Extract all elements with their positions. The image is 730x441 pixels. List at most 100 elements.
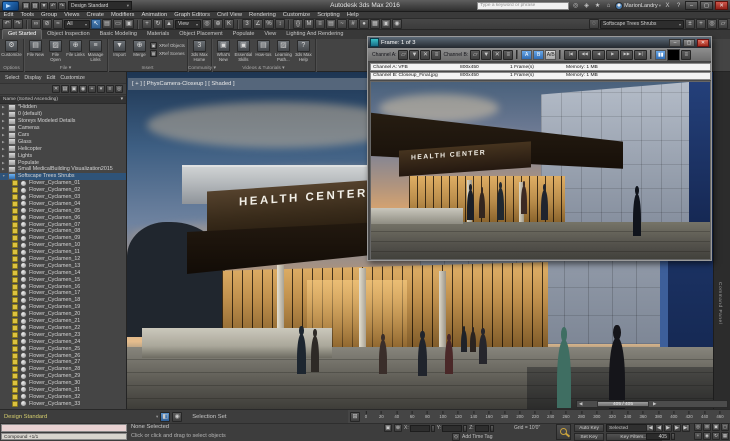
expand-arrow-icon[interactable]: ▶ (2, 147, 6, 151)
use-pivot-icon[interactable]: ◎ (202, 19, 212, 29)
orbit-icon[interactable]: ◉ (703, 432, 711, 440)
channel-b-clone-channel-icon[interactable]: ≡ (503, 49, 514, 60)
visibility-bulb-icon[interactable] (12, 318, 18, 325)
menu-customize[interactable]: Customize (279, 12, 313, 19)
channel-b-open-channel-icon[interactable]: ▱ (470, 49, 481, 60)
visibility-bulb-icon[interactable] (12, 359, 18, 366)
ribbon-item-learning-path-[interactable]: ▨ Learning Path... (274, 40, 293, 63)
undo-icon[interactable]: ↶ (49, 2, 57, 10)
visibility-bulb-icon[interactable] (12, 290, 18, 297)
select-move-icon[interactable]: + (142, 19, 152, 29)
menu-animation[interactable]: Animation (138, 12, 171, 19)
add-time-tag[interactable]: ◇ Add Time Tag (452, 433, 492, 441)
layer-row[interactable]: ▶ Populate (0, 159, 126, 167)
layer-row[interactable]: ▶ Helicopter (0, 145, 126, 153)
ram-playback-icon-5[interactable]: ▶| (634, 49, 648, 60)
visibility-bulb-icon[interactable] (12, 304, 18, 311)
maxscript-listener-pane[interactable]: Compound +1/1 (1, 433, 127, 440)
go-to-end-icon[interactable]: ▶| (682, 424, 690, 432)
visibility-bulb-icon[interactable] (12, 262, 18, 269)
add-icon[interactable]: + (88, 85, 96, 93)
visibility-bulb-icon[interactable] (12, 207, 18, 214)
ribbon-item--ds-max-home[interactable]: 3 3ds Max Home (190, 40, 209, 63)
ribbon-item-import[interactable]: ▼ Import (110, 40, 129, 58)
ram-playback-icon-2[interactable]: ◀ (592, 49, 606, 60)
rendered-frame-icon[interactable]: ▣ (381, 19, 391, 29)
maximize-viewport-icon[interactable]: ▦ (721, 432, 729, 440)
undo-icon[interactable]: ↶ (2, 19, 12, 29)
auto-key-button[interactable]: Auto Key (574, 424, 604, 432)
new-scene-icon[interactable]: ▤ (22, 2, 30, 10)
tab-object-inspection[interactable]: Object Inspection (42, 30, 95, 39)
ram-player-window[interactable]: Frame: 1 of 3 – ▢ ✕ Channel A: ▱ ▼ ✕ ≡ Channe… (367, 36, 712, 261)
tab-object-placement[interactable]: Object Placement (174, 30, 227, 39)
frame-spinner[interactable] (671, 433, 675, 440)
object-row[interactable]: Flower_Cyclamen_11 (0, 248, 126, 256)
object-row[interactable]: Flower_Cyclamen_17 (0, 290, 126, 297)
visibility-bulb-icon[interactable] (12, 276, 18, 283)
object-row[interactable]: Flower_Cyclamen_29 (0, 372, 126, 380)
visibility-bulb-icon[interactable] (12, 400, 18, 407)
object-row[interactable]: Flower_Cyclamen_13 (0, 262, 126, 270)
ribbon-item-what-s-new[interactable]: ▣ What's New (214, 40, 233, 63)
open-file-icon[interactable]: ▨ (31, 2, 39, 10)
visibility-bulb-icon[interactable] (12, 228, 18, 235)
select-rotate-icon[interactable]: ↻ (153, 19, 163, 29)
ram-playback-icon-0[interactable]: |◀ (564, 49, 578, 60)
menu-group[interactable]: Group (38, 12, 61, 19)
visibility-bulb-icon[interactable] (12, 366, 18, 373)
slider-right-arrow[interactable]: ▶ (653, 401, 656, 407)
object-row[interactable]: Flower_Cyclamen_04 (0, 200, 126, 208)
channel-a-clone-channel-icon[interactable]: ≡ (431, 49, 442, 60)
spinner-snap-icon[interactable]: ↕ (275, 19, 285, 29)
ram-player-titlebar[interactable]: Frame: 1 of 3 – ▢ ✕ (368, 37, 711, 48)
object-row[interactable]: Flower_Cyclamen_12 (0, 255, 126, 263)
current-frame-field[interactable]: 405 (646, 433, 675, 440)
ribbon-item-essential-skills[interactable]: ▣ Essential Skills (234, 40, 253, 63)
redo-icon[interactable]: ↷ (58, 2, 66, 10)
object-row[interactable]: Flower_Cyclamen_09 (0, 234, 126, 242)
expand-arrow-icon[interactable]: ▶ (2, 126, 6, 130)
tab-populate[interactable]: Populate (228, 30, 260, 39)
time-slider-handle[interactable]: 405 / 405 (597, 401, 649, 407)
rotate-view-icon[interactable]: ↻ (712, 432, 720, 440)
time-slider[interactable]: ◀ 405 / 405 ▶ (576, 400, 728, 408)
visibility-bulb-icon[interactable] (12, 311, 18, 318)
menu-rendering[interactable]: Rendering (246, 12, 280, 19)
channel-b-save-channel-icon[interactable]: ▼ (481, 49, 492, 60)
visibility-bulb-icon[interactable] (12, 242, 18, 249)
select-scale-icon[interactable]: ▲ (164, 19, 174, 29)
z-coordinate-field[interactable]: Z: (469, 424, 494, 432)
compare-b-button[interactable]: B (533, 49, 545, 60)
next-frame-icon[interactable]: ▶ (673, 424, 681, 432)
menu-modifiers[interactable]: Modifiers (107, 12, 138, 19)
zoom-set-icon[interactable]: ◎ (707, 19, 717, 29)
material-editor-icon[interactable]: ● (359, 19, 369, 29)
ribbon-item-file-links[interactable]: ⊕ File Links (66, 40, 85, 58)
absolute-mode-icon[interactable]: ⊕ (394, 424, 402, 432)
ribbon-item-merge[interactable]: ⊕ Merge (130, 40, 149, 58)
named-selection-sets-dropdown[interactable]: Softscape Trees Shrubs ▾ (600, 19, 684, 29)
selection-lock-toggle-icon[interactable]: ▣ (384, 424, 392, 432)
y-coordinate-field[interactable]: Y: (437, 424, 468, 432)
isolate-toggle-icon[interactable]: ◧ (160, 411, 171, 422)
layer-row[interactable]: ▶ *Hidden (0, 104, 126, 111)
visibility-bulb-icon[interactable] (12, 180, 18, 187)
menu-create[interactable]: Create (83, 12, 107, 19)
select-manipulate-icon[interactable]: ⊕ (213, 19, 223, 29)
selection-lock-icon[interactable]: ◉ (172, 411, 183, 422)
visibility-bulb-icon[interactable] (12, 331, 18, 338)
object-row[interactable]: Flower_Cyclamen_23 (0, 331, 126, 339)
edit-sets-icon[interactable]: ± (685, 19, 695, 29)
menu-civil-view[interactable]: Civil View (214, 12, 246, 19)
isolate-selection-icon[interactable]: ◌ (589, 19, 599, 29)
sort-icon[interactable]: ≡ (106, 85, 114, 93)
layer-row[interactable]: ▶ Cars (0, 131, 126, 139)
object-row[interactable]: Flower_Cyclamen_18 (0, 296, 126, 304)
expand-arrow-icon[interactable]: ▶ (2, 154, 6, 158)
object-row[interactable]: Flower_Cyclamen_22 (0, 324, 126, 332)
ribbon-panel-label[interactable]: File ▾ (24, 65, 107, 72)
ribbon-item-file-new[interactable]: ▤ File New (26, 40, 45, 58)
ribbon-panel-label[interactable]: Insert (108, 65, 187, 72)
unlink-icon[interactable]: ⊘ (42, 19, 52, 29)
